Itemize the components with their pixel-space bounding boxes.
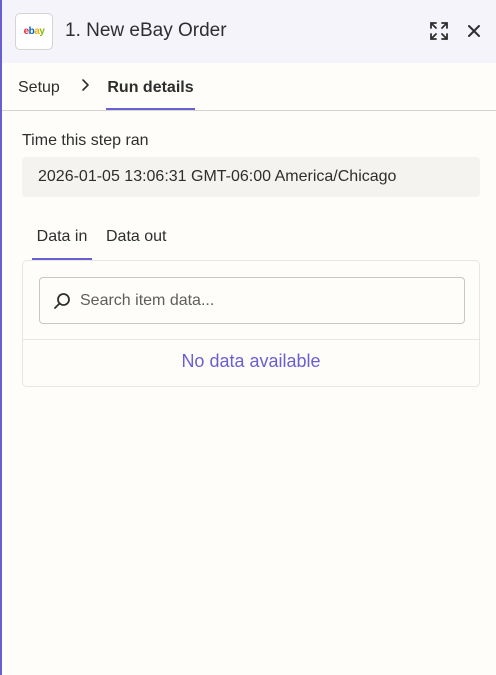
step-tabs: Setup Run details — [2, 63, 496, 111]
panel-header: ebay 1. New eBay Order — [2, 0, 496, 63]
close-icon — [468, 25, 480, 37]
time-label: Time this step ran — [22, 132, 149, 149]
data-card: No data available — [22, 260, 480, 387]
tab-run-details[interactable]: Run details — [106, 63, 195, 110]
search-icon — [54, 293, 70, 309]
tab-data-out[interactable]: Data out — [106, 220, 170, 260]
chevron-right-icon — [82, 79, 89, 91]
search-box[interactable] — [39, 277, 465, 324]
time-value: 2026-01-05 13:06:31 GMT-06:00 America/Ch… — [22, 157, 480, 197]
tab-data-in[interactable]: Data in — [32, 220, 92, 260]
search-input[interactable] — [80, 289, 450, 313]
ebay-app-logo: ebay — [15, 13, 53, 50]
close-button[interactable] — [463, 20, 485, 42]
empty-state-message: No data available — [181, 351, 321, 371]
step-details-panel: ebay 1. New eBay Order Setup Run details… — [0, 0, 496, 675]
expand-button[interactable] — [428, 20, 450, 42]
step-title: 1. New eBay Order — [65, 20, 227, 41]
card-divider — [23, 339, 479, 340]
tab-setup[interactable]: Setup — [18, 79, 60, 97]
ebay-logo-text: ebay — [23, 26, 45, 37]
expand-icon — [430, 22, 448, 40]
